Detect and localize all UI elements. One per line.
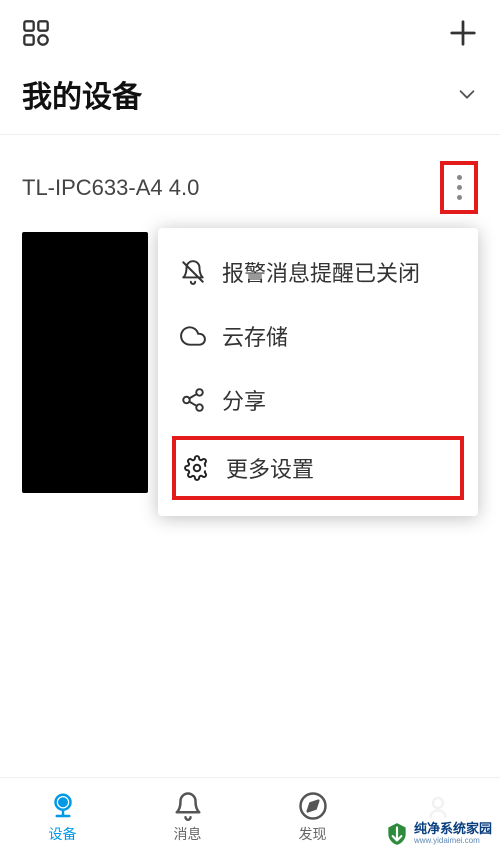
more-icon[interactable] bbox=[450, 175, 468, 200]
camera-nav-icon bbox=[48, 791, 78, 821]
nav-item-placeholder bbox=[375, 793, 500, 842]
share-icon bbox=[180, 387, 206, 413]
camera-preview[interactable] bbox=[22, 232, 148, 493]
header: 我的设备 bbox=[0, 60, 500, 134]
bell-nav-icon bbox=[173, 791, 203, 821]
page-title: 我的设备 bbox=[22, 72, 142, 116]
menu-item-cloud[interactable]: 云存储 bbox=[158, 304, 478, 368]
chevron-down-icon[interactable] bbox=[456, 83, 478, 105]
gear-icon bbox=[184, 455, 210, 481]
bell-off-icon bbox=[180, 259, 206, 285]
compass-nav-icon bbox=[298, 791, 328, 821]
menu-item-share[interactable]: 分享 bbox=[158, 368, 478, 432]
nav-label-message: 消息 bbox=[174, 824, 202, 844]
menu-item-alarm[interactable]: 报警消息提醒已关闭 bbox=[158, 240, 478, 304]
cloud-icon bbox=[180, 323, 206, 349]
menu-label-cloud: 云存储 bbox=[222, 320, 288, 352]
device-row: TL-IPC633-A4 4.0 bbox=[0, 135, 500, 230]
nav-label-discover: 发现 bbox=[299, 824, 327, 844]
bottom-nav: 设备 消息 发现 bbox=[0, 777, 500, 857]
menu-label-alarm: 报警消息提醒已关闭 bbox=[222, 256, 420, 288]
nav-item-discover[interactable]: 发现 bbox=[250, 791, 375, 844]
nav-item-device[interactable]: 设备 bbox=[0, 791, 125, 844]
nav-label-device: 设备 bbox=[49, 824, 77, 844]
popup-menu: 报警消息提醒已关闭 云存储 分享 bbox=[158, 228, 478, 516]
more-button-highlight bbox=[440, 161, 478, 214]
content-area: 报警消息提醒已关闭 云存储 分享 bbox=[0, 230, 500, 493]
grid-icon[interactable] bbox=[22, 19, 50, 47]
menu-item-more-settings[interactable]: 更多设置 bbox=[172, 436, 464, 500]
plus-icon[interactable] bbox=[448, 18, 478, 48]
device-name: TL-IPC633-A4 4.0 bbox=[22, 175, 199, 201]
nav-item-message[interactable]: 消息 bbox=[125, 791, 250, 844]
menu-label-share: 分享 bbox=[222, 384, 266, 416]
menu-label-more: 更多设置 bbox=[226, 452, 314, 484]
placeholder-icon bbox=[423, 793, 453, 823]
top-bar bbox=[0, 0, 500, 60]
